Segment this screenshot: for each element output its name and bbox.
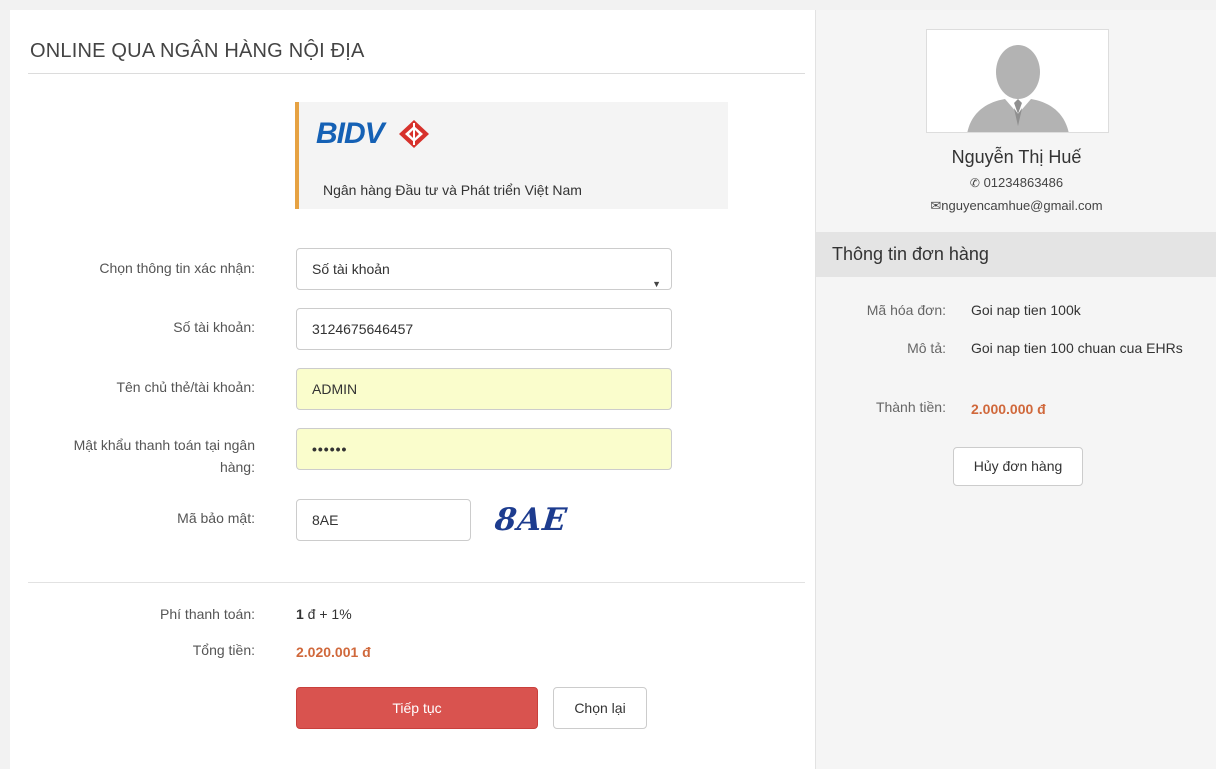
bank-diamond-icon [399, 120, 429, 148]
order-header: Thông tin đơn hàng [816, 232, 1216, 277]
verify-select[interactable]: Số tài khoản ▼ [296, 248, 672, 290]
fee-value: 1 đ + 1% [296, 606, 352, 622]
invoice-label: Mã hóa đơn: [866, 302, 946, 318]
customer-email-value: nguyencamhue@gmail.com [941, 198, 1103, 213]
customer-phone-value: 01234863486 [983, 175, 1064, 190]
account-number-value: 3124675646457 [312, 321, 414, 337]
customer-email: ✉nguyencamhue@gmail.com [816, 198, 1216, 214]
divider [28, 582, 805, 583]
security-label: Mã bảo mật: [177, 510, 255, 526]
phone-icon: ✆ [969, 176, 980, 190]
password-label: Mật khẩu thanh toán tại ngân hàng: [74, 434, 255, 478]
bank-logo-text: BIDV [316, 117, 385, 150]
bank-name: Ngân hàng Đầu tư và Phát triển Việt Nam [323, 182, 582, 198]
fee-rest: đ + 1% [303, 606, 352, 622]
reset-button[interactable]: Chọn lại [553, 687, 647, 729]
password-label-line2: hàng: [219, 459, 255, 475]
chevron-down-icon: ▼ [652, 279, 661, 289]
customer-name: Nguyễn Thị Huế [951, 147, 1082, 167]
holder-label: Tên chủ thẻ/tài khoản: [116, 379, 255, 395]
payment-panel: ONLINE QUA NGÂN HÀNG NỘI ĐỊA BIDV Ngân h… [10, 10, 815, 769]
bank-card: BIDV Ngân hàng Đầu tư và Phát triển Việt… [295, 102, 728, 209]
fee-label: Phí thanh toán: [160, 606, 255, 622]
order-header-title: Thông tin đơn hàng [832, 244, 989, 264]
total-value: 2.020.001 đ [296, 644, 371, 660]
account-label: Số tài khoản: [173, 319, 255, 335]
invoice-value: Goi nap tien 100k [971, 302, 1081, 318]
continue-button[interactable]: Tiếp tục [296, 687, 538, 729]
holder-name-input[interactable]: ADMIN [296, 368, 672, 410]
password-input[interactable]: •••••• [296, 428, 672, 470]
user-silhouette-icon [927, 30, 1108, 132]
account-number-input[interactable]: 3124675646457 [296, 308, 672, 350]
description-label: Mô tả: [907, 340, 946, 356]
amount-label: Thành tiền: [875, 399, 946, 415]
total-label: Tổng tiền: [192, 642, 255, 658]
password-value: •••••• [312, 441, 348, 457]
holder-name-value: ADMIN [312, 381, 358, 397]
fee-bold: 1 [296, 606, 304, 622]
captcha-image: 8AE [493, 502, 570, 538]
page-title: ONLINE QUA NGÂN HÀNG NỘI ĐỊA [30, 40, 365, 62]
verify-label: Chọn thông tin xác nhận: [99, 260, 255, 276]
customer-phone: ✆ 01234863486 [816, 175, 1216, 190]
security-code-value: 8AE [312, 512, 339, 528]
password-label-line1: Mật khẩu thanh toán tại ngân [73, 437, 255, 453]
cancel-order-button[interactable]: Hủy đơn hàng [953, 447, 1083, 486]
divider [28, 73, 805, 74]
customer-panel: Nguyễn Thị Huế ✆ 01234863486 ✉nguyencamh… [815, 10, 1216, 769]
avatar [926, 29, 1109, 133]
verify-select-value: Số tài khoản [312, 261, 390, 277]
amount-value: 2.000.000 đ [971, 401, 1046, 417]
security-code-input[interactable]: 8AE [296, 499, 471, 541]
description-value: Goi nap tien 100 chuan cua EHRs [971, 340, 1183, 356]
envelope-icon: ✉ [930, 198, 942, 213]
